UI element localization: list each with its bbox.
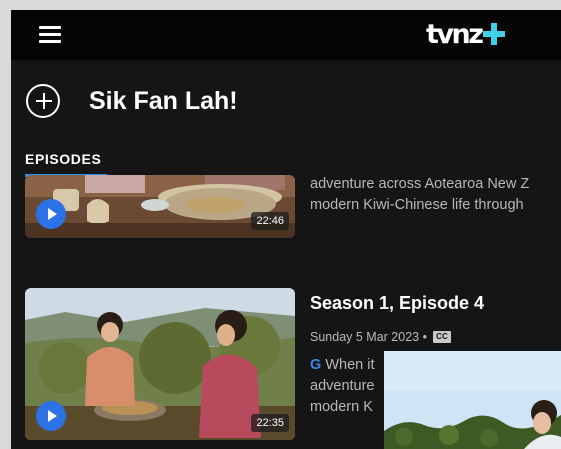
logo-plus-icon [483, 22, 506, 45]
description-line: modern Kiwi-Chinese life through [310, 197, 524, 213]
app-window: tvnz Sik Fan Lah! EPISODES 22:46 adventu… [11, 10, 561, 449]
top-navigation-bar: tvnz [11, 10, 561, 60]
picture-in-picture-video[interactable] [384, 351, 561, 449]
episode-meta: Sunday 5 Mar 2023 • CC [310, 330, 451, 344]
tab-episodes[interactable]: EPISODES [25, 151, 101, 167]
tvnz-plus-logo[interactable]: tvnz [426, 16, 506, 52]
play-button[interactable] [36, 401, 66, 431]
show-title: Sik Fan Lah! [89, 87, 238, 115]
episode-thumbnail[interactable]: 22:46 [25, 175, 295, 238]
rating-badge: G [310, 357, 322, 373]
add-to-my-list-button[interactable] [26, 84, 60, 118]
duration-badge: 22:46 [251, 212, 289, 230]
closed-captions-icon: CC [432, 331, 451, 343]
episode-date: Sunday 5 Mar 2023 • [310, 330, 427, 344]
logo-wordmark: tvnz [426, 18, 484, 50]
description-line: adventure across Aotearoa New Z [310, 176, 530, 192]
episode-title[interactable]: Season 1, Episode 4 [310, 293, 484, 314]
episode-thumbnail[interactable]: 22:35 [25, 288, 295, 440]
episode-description: adventure across Aotearoa New Z modern K… [310, 174, 561, 216]
hamburger-menu-icon[interactable] [39, 24, 61, 44]
play-button[interactable] [36, 199, 66, 229]
duration-badge: 22:35 [251, 414, 289, 432]
